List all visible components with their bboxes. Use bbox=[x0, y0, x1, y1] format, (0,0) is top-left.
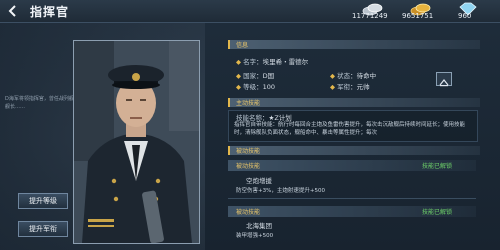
passive-skill-2-status: 技能已解锁 bbox=[421, 209, 452, 216]
status-label: 状态 bbox=[337, 72, 351, 80]
commander-bio: D海军将领指挥官，曾任战列舰舰长…… bbox=[5, 96, 74, 110]
passive-skill-1-header: 被动技能 bbox=[236, 163, 261, 170]
rank-label: 军衔 bbox=[337, 83, 351, 91]
country-value: D国 bbox=[262, 72, 275, 80]
upgrade-rank-button[interactable]: 提升军衔 bbox=[18, 221, 68, 237]
upgrade-level-button[interactable]: 提升等级 bbox=[18, 193, 68, 209]
passive-skill-2-desc: 装甲增强+500 bbox=[236, 233, 274, 239]
diamond-value: 960 bbox=[458, 12, 472, 20]
page-title: 指挥官 bbox=[30, 5, 70, 19]
passive-skill-row-1[interactable]: 被动技能 技能已解锁 bbox=[228, 160, 476, 171]
active-skill-description: 指挥官自带技能：航行时每回合主炮及鱼雷伤害提升，每次击沉敌舰后持续时间延长；使用… bbox=[234, 122, 466, 136]
passive-skill-1-status: 技能已解锁 bbox=[421, 163, 452, 170]
name-label: 名字 bbox=[243, 58, 257, 66]
commander-portrait bbox=[73, 40, 200, 244]
passive-skill-section-header: 被动技能 bbox=[228, 146, 480, 155]
share-icon[interactable] bbox=[436, 72, 452, 87]
profile-section-title: 信息 bbox=[236, 42, 249, 49]
name-value: 埃里希・雷德尔 bbox=[262, 58, 309, 66]
active-skill-section-header: 主动技能 bbox=[228, 98, 480, 107]
gold-value: 9651751 bbox=[402, 12, 434, 20]
passive-skill-1-desc: 防空伤害+3%，主炮射速提升+500 bbox=[236, 188, 325, 194]
currency-silver[interactable]: 11771249 bbox=[352, 1, 402, 21]
currency-gold[interactable]: 9651751 bbox=[402, 1, 448, 21]
divider bbox=[228, 198, 476, 199]
profile-section-header: 信息 bbox=[228, 40, 480, 49]
top-bar: 指挥官 11771249 9651751 960 bbox=[0, 0, 500, 23]
level-label: 等级 bbox=[243, 83, 257, 91]
back-button[interactable] bbox=[4, 2, 22, 20]
passive-skill-section-title: 被动技能 bbox=[236, 148, 261, 155]
status-field: ◆ 状态：待命中 bbox=[330, 72, 377, 80]
passive-skill-2-name: 北海集团 bbox=[246, 222, 272, 230]
passive-skill-2-header: 被动技能 bbox=[236, 209, 261, 216]
country-label: 国家 bbox=[243, 72, 257, 80]
rank-value: 元帅 bbox=[356, 83, 370, 91]
rank-field: ◆ 军衔：元帅 bbox=[330, 83, 370, 91]
name-field: ◆ 名字：埃里希・雷德尔 bbox=[236, 58, 309, 66]
currency-diamond[interactable]: 960 bbox=[450, 1, 490, 21]
back-arrow-icon bbox=[8, 5, 16, 17]
level-field: ◆ 等级：100 bbox=[236, 83, 275, 91]
passive-skill-row-2[interactable]: 被动技能 技能已解锁 bbox=[228, 206, 476, 217]
passive-skill-1-name: 空炮增援 bbox=[246, 177, 272, 185]
commander-figure bbox=[74, 41, 199, 243]
silver-value: 11771249 bbox=[352, 12, 388, 20]
country-field: ◆ 国家：D国 bbox=[236, 72, 275, 80]
status-value: 待命中 bbox=[356, 72, 377, 80]
level-value: 100 bbox=[262, 83, 275, 91]
active-skill-section-title: 主动技能 bbox=[236, 100, 261, 107]
